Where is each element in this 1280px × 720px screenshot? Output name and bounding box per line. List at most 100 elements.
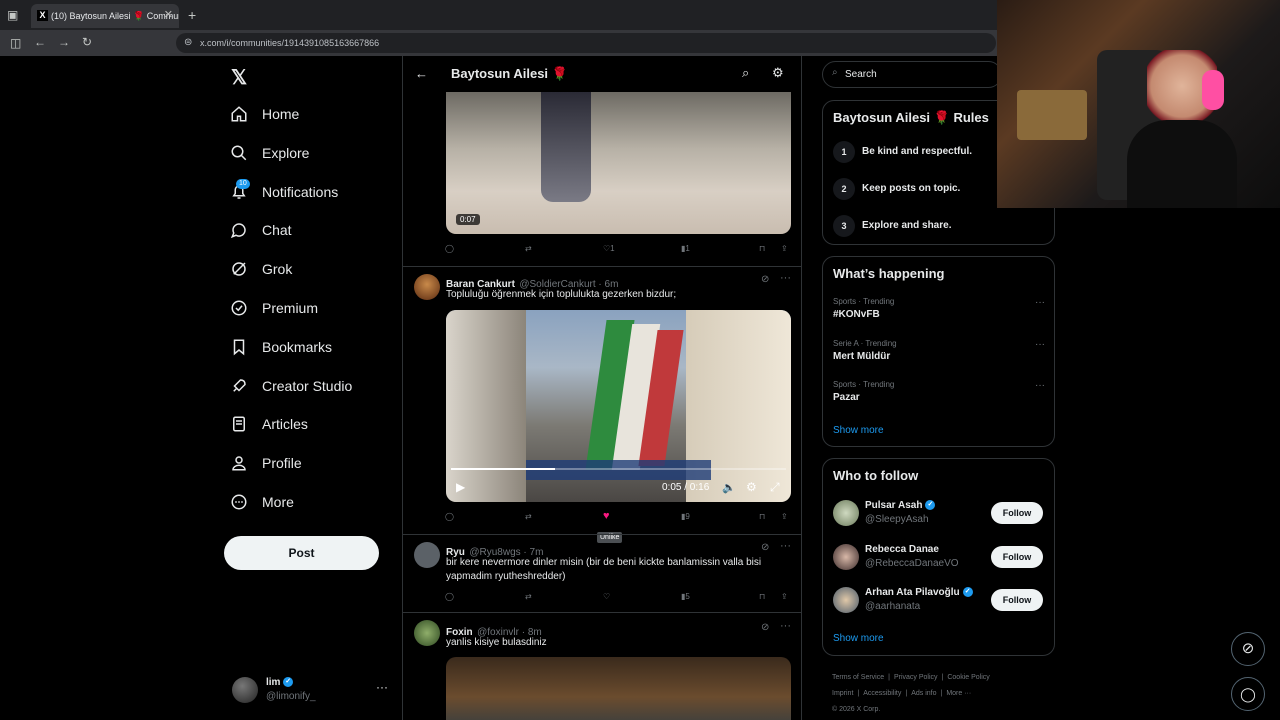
views-button[interactable]: ▮ 9 — [681, 512, 690, 521]
tweet-video[interactable]: ▶ 0:05 / 0:16 🔈 ⚙ ⤢ — [446, 310, 791, 502]
x-favicon-icon: X — [37, 10, 48, 21]
follow-suggestion[interactable]: Rebecca Danae @RebeccaDanaeVO Follow — [823, 543, 1054, 573]
new-tab-icon[interactable]: + — [188, 7, 196, 23]
nav-item-articles[interactable]: Articles — [230, 409, 308, 439]
post-button[interactable]: Post — [224, 536, 379, 570]
notification-badge: 10 — [236, 178, 250, 189]
video-settings-icon[interactable]: ⚙ — [746, 480, 757, 494]
unlike-heart-icon[interactable]: ♥ — [603, 510, 610, 522]
messages-float-icon[interactable]: ◯ — [1231, 677, 1265, 711]
community-header: ← Baytosun Ailesi 🌹 ⌕ ⚙ — [403, 56, 801, 92]
tweet-video[interactable]: 0:07 — [446, 92, 791, 234]
more-dots-icon[interactable]: ··· — [376, 680, 388, 694]
forward-icon[interactable]: → — [58, 35, 70, 49]
more-dots-icon[interactable]: ··· — [1035, 297, 1045, 308]
nav-item-bookmarks[interactable]: Bookmarks — [230, 332, 332, 362]
nav-item-notifications[interactable]: 10 Notifications — [230, 177, 338, 207]
bookmark-icon[interactable]: ⊓ — [759, 512, 765, 521]
follow-show-more-link[interactable]: Show more — [833, 633, 884, 644]
bookmark-icon[interactable]: ⊓ — [759, 592, 765, 601]
webcam-person-body — [1127, 120, 1237, 208]
avatar — [833, 587, 859, 613]
trends-show-more-link[interactable]: Show more — [833, 425, 884, 436]
nav-item-grok[interactable]: Grok — [230, 254, 292, 284]
fullscreen-icon[interactable]: ⤢ — [770, 480, 780, 495]
back-icon[interactable]: ← — [34, 35, 46, 49]
share-icon[interactable]: ⇪ — [781, 512, 788, 521]
footer-link[interactable]: More ··· — [946, 690, 971, 697]
nav-item-profile[interactable]: Profile — [230, 448, 302, 478]
more-dots-icon[interactable]: ··· — [1035, 339, 1045, 350]
account-switcher[interactable]: lim ✓ @limonify_ ··· — [232, 676, 392, 706]
follow-button[interactable]: Follow — [991, 502, 1043, 524]
follow-suggestion[interactable]: Arhan Ata Pilavoğlu ✓ @aarhanata Follow — [823, 586, 1054, 616]
like-icon[interactable]: ♡ — [603, 592, 610, 601]
retweet-icon[interactable]: ⇄ — [525, 592, 532, 601]
settings-gear-icon[interactable]: ⚙ — [772, 65, 784, 81]
reply-icon[interactable]: ◯ — [445, 244, 454, 253]
nav-label: Home — [262, 106, 300, 122]
follow-button[interactable]: Follow — [991, 589, 1043, 611]
views-button[interactable]: ▮ 1 — [681, 244, 690, 253]
avatar[interactable] — [414, 274, 440, 300]
like-button[interactable]: ♡ 1 — [603, 244, 615, 253]
avatar[interactable] — [414, 620, 440, 646]
x-logo[interactable]: 𝕏 — [231, 65, 247, 90]
webcam-overlay — [997, 0, 1280, 208]
more-dots-icon[interactable]: ··· — [780, 540, 791, 552]
footer-link[interactable]: Terms of Service — [832, 674, 884, 681]
footer-link[interactable]: Privacy Policy — [894, 674, 938, 681]
follow-suggestion[interactable]: Pulsar Asah ✓ @SleepyAsah Follow — [823, 499, 1054, 529]
url-field[interactable]: ⊜ x.com/i/communities/191439108516366786… — [176, 33, 996, 53]
footer-link[interactable]: Imprint — [832, 690, 853, 697]
volume-icon[interactable]: 🔈 — [722, 481, 736, 494]
more-dots-icon[interactable]: ··· — [1035, 380, 1045, 391]
tweet-video[interactable] — [446, 657, 791, 720]
trend-item[interactable]: Sports · Trending #KONvFB ··· — [833, 297, 1045, 329]
nav-item-home[interactable]: Home — [230, 99, 299, 129]
nav-item-chat[interactable]: Chat — [230, 215, 292, 245]
trend-item[interactable]: Serie A · Trending Mert Müldür ··· — [833, 339, 1045, 371]
reload-icon[interactable]: ↻ — [82, 35, 92, 49]
site-info-icon[interactable]: ⊜ — [184, 33, 192, 53]
play-icon[interactable]: ▶ — [456, 480, 465, 494]
bookmark-icon[interactable]: ⊓ — [759, 244, 765, 253]
nav-item-premium[interactable]: Premium — [230, 293, 318, 323]
more-dots-icon[interactable]: ··· — [780, 272, 791, 284]
share-icon[interactable]: ⇪ — [781, 244, 788, 253]
search-input[interactable]: ⌕ Search — [822, 61, 1002, 88]
reply-icon[interactable]: ◯ — [445, 512, 454, 521]
footer-link[interactable]: Ads info — [911, 690, 936, 697]
video-progress-track[interactable] — [451, 468, 786, 470]
community-post-icon: ⊘ — [761, 622, 770, 633]
whats-happening-panel: What’s happening Sports · Trending #KONvF… — [822, 256, 1055, 447]
reply-icon[interactable]: ◯ — [445, 592, 454, 601]
more-dots-icon[interactable]: ··· — [780, 620, 791, 632]
back-arrow-icon[interactable]: ← — [415, 66, 428, 81]
retweet-icon[interactable]: ⇄ — [525, 244, 532, 253]
nav-item-creator-studio[interactable]: Creator Studio — [230, 371, 352, 401]
close-tab-icon[interactable]: ✕ — [164, 8, 173, 21]
verified-icon: ✓ — [962, 587, 973, 598]
grok-float-icon[interactable]: ⊘ — [1231, 632, 1265, 666]
retweet-icon[interactable]: ⇄ — [525, 512, 532, 521]
footer-link[interactable]: Cookie Policy — [947, 674, 989, 681]
bookmark-icon — [233, 339, 245, 356]
avatar[interactable] — [414, 542, 440, 568]
copyright: © 2026 X Corp. — [832, 706, 881, 713]
nav-item-explore[interactable]: Explore — [230, 138, 309, 168]
browser-tab[interactable]: X (10) Baytosun Ailesi 🌹 Communi ✕ — [31, 4, 179, 28]
trend-item[interactable]: Sports · Trending Pazar ··· — [833, 380, 1045, 412]
search-icon[interactable]: ⌕ — [742, 65, 749, 81]
follow-button[interactable]: Follow — [991, 545, 1043, 568]
rule-number: 2 — [833, 178, 855, 200]
account-name: lim — [266, 677, 281, 688]
sidebar-toggle-icon[interactable]: ◫ — [10, 36, 21, 50]
footer-link[interactable]: Accessibility — [863, 690, 901, 697]
share-icon[interactable]: ⇪ — [781, 592, 788, 601]
tweet-actions: ◯ ⇄ ♡ ▮ 5 ⊓ ⇪ — [443, 592, 793, 606]
views-button[interactable]: ▮ 5 — [681, 592, 690, 601]
nav-item-more[interactable]: More — [230, 487, 294, 517]
tab-actions-icon[interactable]: ▣ — [7, 8, 18, 22]
rule-item[interactable]: 3 Explore and share. — [833, 215, 1043, 237]
